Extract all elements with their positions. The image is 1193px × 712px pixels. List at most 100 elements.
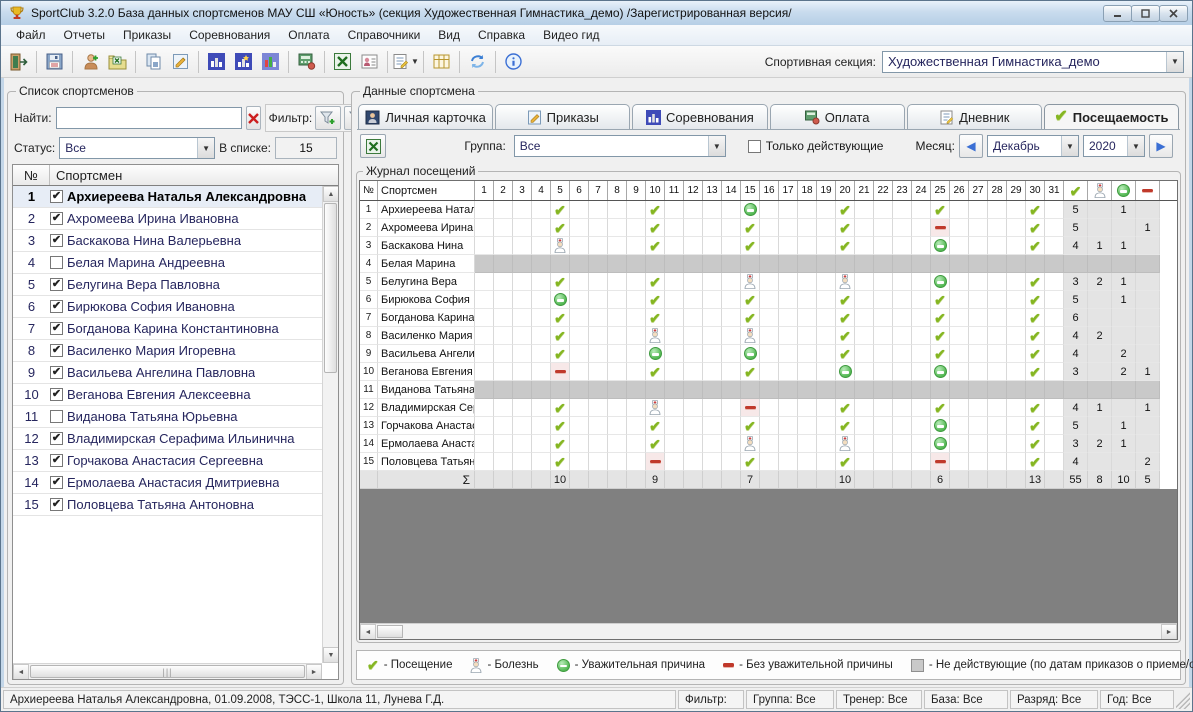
grid-day-cell[interactable] <box>627 435 646 453</box>
grid-day-cell[interactable] <box>969 363 988 381</box>
athlete-checkbox[interactable]: ✔ <box>50 278 63 291</box>
grid-day-cell[interactable] <box>608 345 627 363</box>
grid-day-cell[interactable] <box>665 453 684 471</box>
athlete-checkbox[interactable]: ✔ <box>50 190 63 203</box>
grid-day-cell[interactable] <box>627 417 646 435</box>
grid-day-cell[interactable] <box>741 201 760 219</box>
grid-day-cell[interactable] <box>931 255 950 273</box>
grid-day-cell[interactable] <box>608 201 627 219</box>
grid-day-cell[interactable] <box>1007 219 1026 237</box>
grid-day-cell[interactable] <box>570 381 589 399</box>
grid-day-cell[interactable] <box>589 219 608 237</box>
grid-day-cell[interactable]: ✔ <box>646 273 665 291</box>
grid-day-cell[interactable] <box>627 237 646 255</box>
grid-day-cell[interactable]: ✔ <box>1026 435 1045 453</box>
grid-day-cell[interactable] <box>874 435 893 453</box>
grid-day-cell[interactable] <box>969 291 988 309</box>
grid-row[interactable]: 15Половцева Татьяна✔✔✔✔42 <box>360 453 1177 471</box>
menu-item-Приказы[interactable]: Приказы <box>114 26 180 44</box>
grid-day-cell[interactable]: ✔ <box>551 345 570 363</box>
grid-day-cell[interactable] <box>665 399 684 417</box>
grid-day-cell[interactable] <box>513 327 532 345</box>
grid-day-cell[interactable] <box>475 291 494 309</box>
grid-day-cell[interactable] <box>608 453 627 471</box>
grid-day-cell[interactable] <box>893 219 912 237</box>
grid-day-cell[interactable] <box>513 219 532 237</box>
grid-day-cell[interactable] <box>969 309 988 327</box>
grid-day-cell[interactable] <box>703 327 722 345</box>
previous-month-button[interactable]: ◀ <box>959 134 983 158</box>
grid-day-cell[interactable] <box>779 273 798 291</box>
grid-day-cell[interactable] <box>627 255 646 273</box>
grid-day-cell[interactable] <box>969 453 988 471</box>
grid-day-cell[interactable] <box>722 381 741 399</box>
grid-day-cell[interactable] <box>570 453 589 471</box>
grid-row[interactable]: 4Белая Марина <box>360 255 1177 273</box>
grid-day-cell[interactable] <box>798 255 817 273</box>
grid-day-cell[interactable] <box>912 273 931 291</box>
grid-day-cell[interactable] <box>684 453 703 471</box>
grid-day-cell[interactable] <box>950 381 969 399</box>
grid-day-cell[interactable] <box>893 399 912 417</box>
grid-day-cell[interactable] <box>741 435 760 453</box>
grid-day-cell[interactable] <box>798 291 817 309</box>
grid-day-cell[interactable] <box>874 453 893 471</box>
grid-day-cell[interactable] <box>570 219 589 237</box>
grid-day-cell[interactable] <box>1007 309 1026 327</box>
grid-day-cell[interactable] <box>608 363 627 381</box>
grid-day-cell[interactable] <box>532 363 551 381</box>
grid-row[interactable]: 10Веганова Евгения✔✔✔321 <box>360 363 1177 381</box>
grid-day-cell[interactable] <box>1045 381 1064 399</box>
table-view-button[interactable] <box>428 49 455 74</box>
grid-day-cell[interactable] <box>627 219 646 237</box>
grid-day-cell[interactable] <box>494 309 513 327</box>
grid-day-cell[interactable] <box>665 309 684 327</box>
edit-document-button[interactable] <box>167 49 194 74</box>
grid-day-cell[interactable] <box>817 399 836 417</box>
grid-day-cell[interactable] <box>798 345 817 363</box>
grid-day-cell[interactable] <box>779 417 798 435</box>
athlete-checkbox[interactable] <box>50 256 63 269</box>
grid-day-cell[interactable] <box>684 399 703 417</box>
grid-day-cell[interactable] <box>760 417 779 435</box>
menu-item-Оплата[interactable]: Оплата <box>279 26 338 44</box>
grid-day-cell[interactable] <box>494 453 513 471</box>
grid-day-cell[interactable] <box>874 273 893 291</box>
grid-day-cell[interactable]: ✔ <box>836 327 855 345</box>
grid-day-cell[interactable] <box>950 363 969 381</box>
grid-day-cell[interactable]: ✔ <box>741 291 760 309</box>
grid-day-cell[interactable] <box>608 255 627 273</box>
grid-row[interactable]: 3Баскакова Нина✔✔✔✔411 <box>360 237 1177 255</box>
grid-day-cell[interactable] <box>931 381 950 399</box>
grid-day-cell[interactable] <box>532 237 551 255</box>
grid-day-cell[interactable] <box>988 435 1007 453</box>
grid-day-cell[interactable] <box>513 345 532 363</box>
excel-export-button[interactable] <box>329 49 356 74</box>
only-active-checkbox-row[interactable]: Только действующие <box>748 139 884 153</box>
grid-day-cell[interactable] <box>988 273 1007 291</box>
tab-Личная карточка[interactable]: Личная карточка <box>358 104 493 129</box>
grid-day-cell[interactable] <box>779 237 798 255</box>
athlete-row[interactable]: 3 ✔ Баскакова Нина Валерьевна <box>13 230 322 252</box>
grid-day-cell[interactable] <box>684 237 703 255</box>
grid-day-cell[interactable] <box>608 417 627 435</box>
grid-day-cell[interactable] <box>893 381 912 399</box>
grid-day-cell[interactable] <box>817 237 836 255</box>
grid-day-cell[interactable] <box>570 201 589 219</box>
grid-day-cell[interactable] <box>760 363 779 381</box>
grid-day-cell[interactable] <box>532 417 551 435</box>
grid-day-cell[interactable] <box>817 273 836 291</box>
athlete-row[interactable]: 6 ✔ Бирюкова София Ивановна <box>13 296 322 318</box>
grid-day-cell[interactable] <box>532 273 551 291</box>
grid-day-cell[interactable]: ✔ <box>836 417 855 435</box>
athlete-checkbox[interactable]: ✔ <box>50 212 63 225</box>
grid-day-cell[interactable] <box>608 399 627 417</box>
grid-day-cell[interactable] <box>684 255 703 273</box>
athlete-checkbox[interactable]: ✔ <box>50 454 63 467</box>
grid-day-cell[interactable] <box>1007 273 1026 291</box>
grid-day-cell[interactable] <box>494 435 513 453</box>
grid-day-cell[interactable] <box>855 435 874 453</box>
grid-day-cell[interactable] <box>912 435 931 453</box>
grid-day-cell[interactable] <box>969 219 988 237</box>
grid-day-cell[interactable] <box>874 237 893 255</box>
